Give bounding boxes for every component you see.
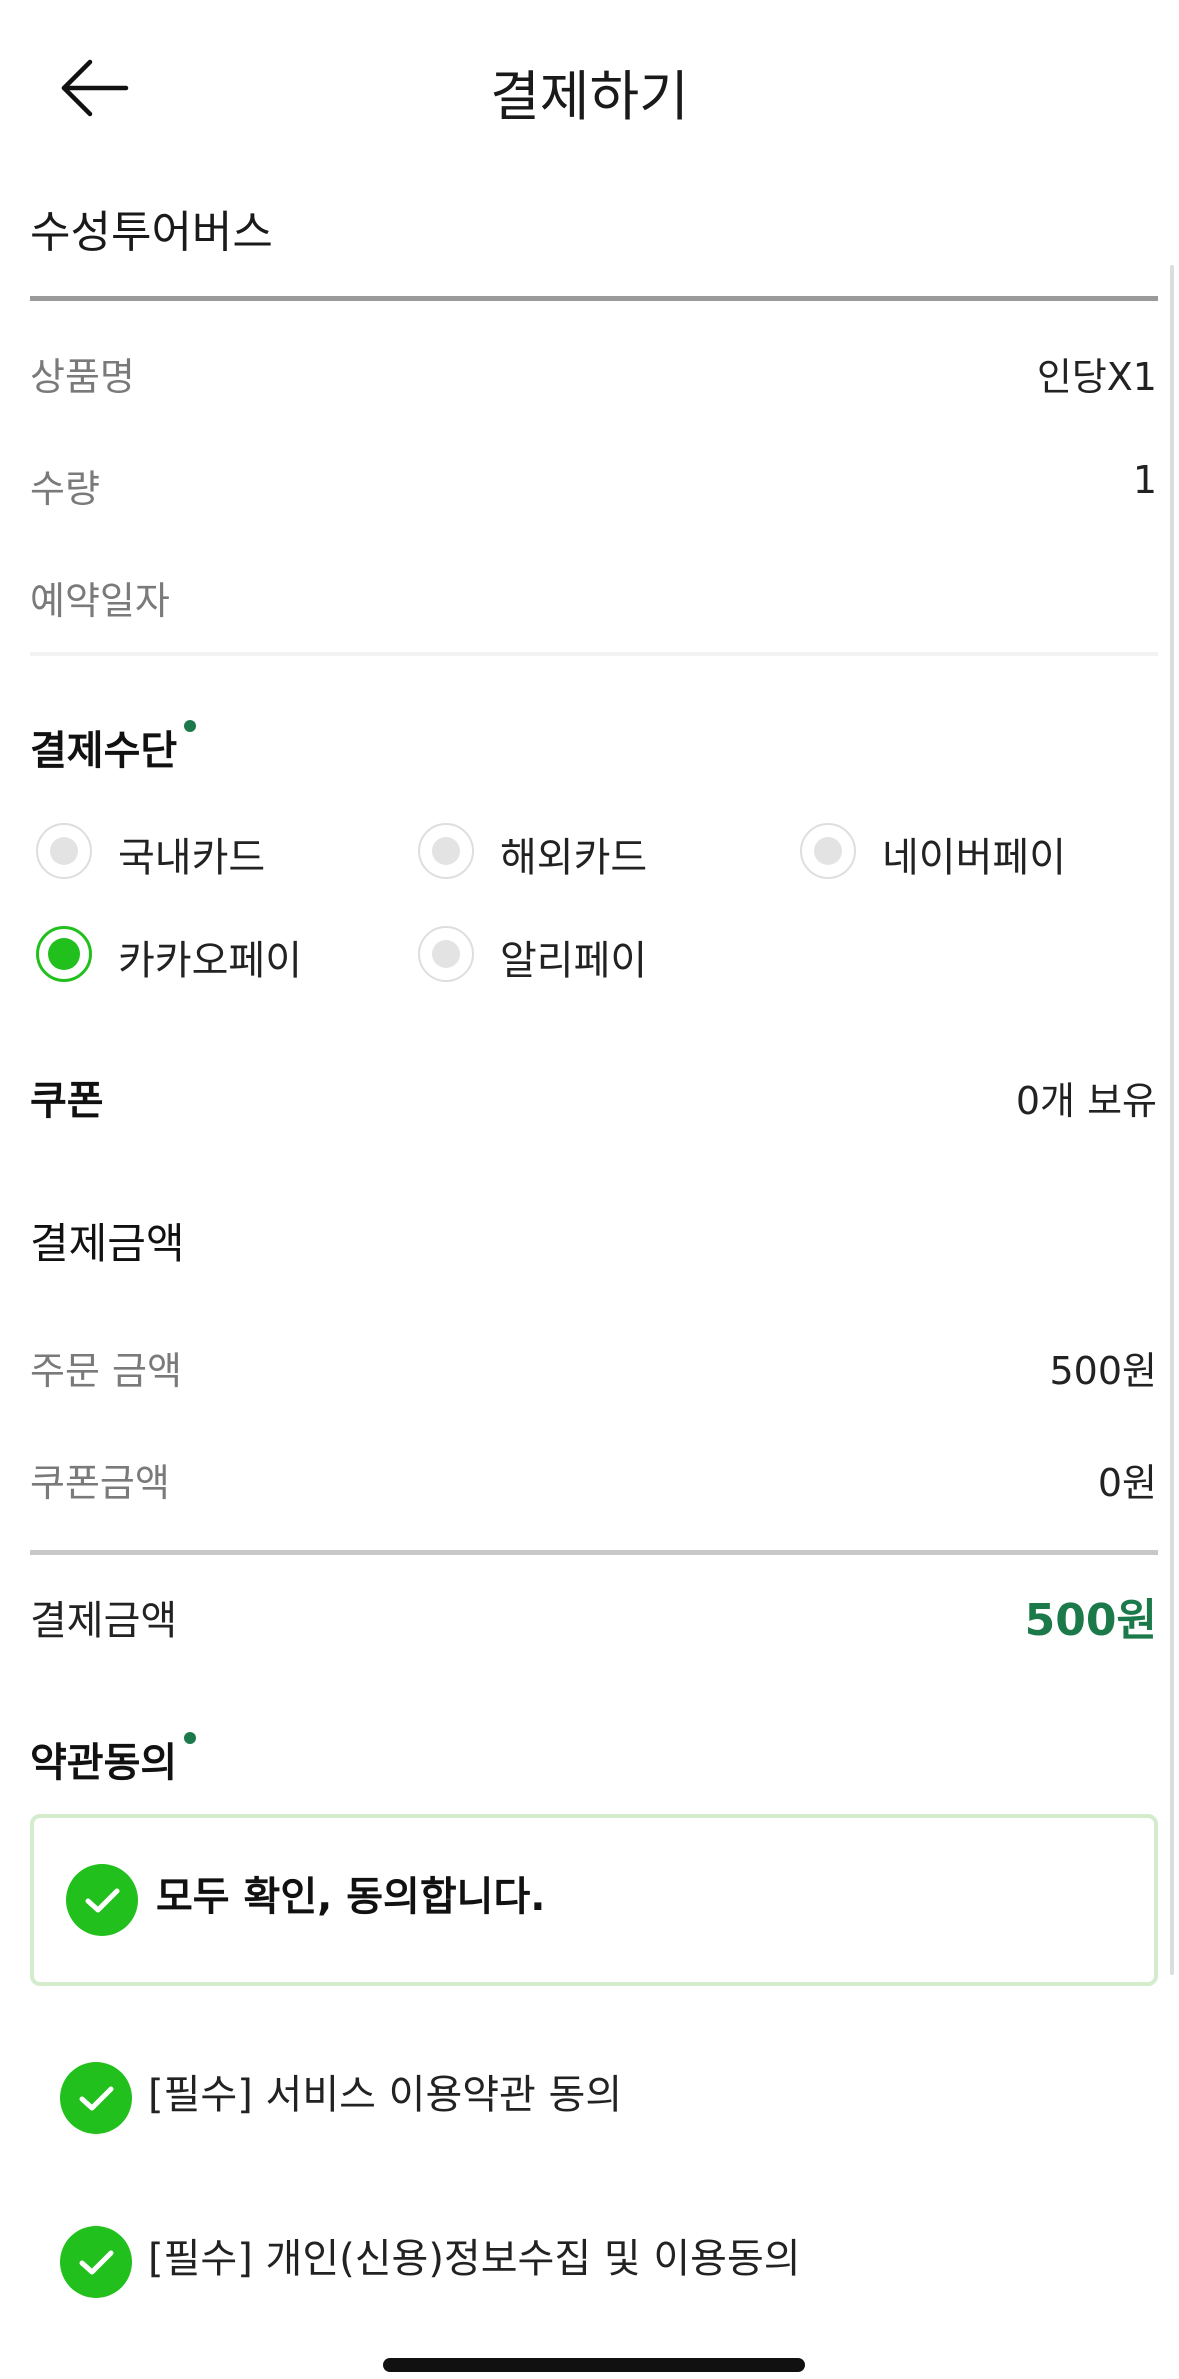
payment-option-overseas-card[interactable]: 해외카드 — [418, 823, 778, 883]
payment-option-label: 국내카드 — [118, 835, 266, 881]
quantity-label: 수량 — [30, 467, 100, 511]
payment-option-label: 네이버페이 — [882, 835, 1066, 881]
required-dot — [184, 720, 196, 732]
payment-option-alipay[interactable]: 알리페이 — [418, 926, 778, 986]
total-amount-label: 결제금액 — [30, 1598, 178, 1644]
divider — [30, 296, 1158, 301]
radio-button[interactable] — [418, 823, 474, 879]
quantity-value: 1 — [1132, 458, 1157, 502]
amount-title: 결제금액 — [30, 1219, 185, 1268]
terms-title: 약관동의 — [30, 1740, 178, 1786]
coupon-count: 0개 보유 — [1015, 1079, 1157, 1123]
page-title: 결제하기 — [490, 65, 689, 128]
radio-button-selected[interactable] — [36, 926, 92, 982]
radio-button[interactable] — [36, 823, 92, 879]
required-dot — [184, 1732, 196, 1744]
order-amount-value: 500원 — [1049, 1349, 1158, 1393]
coupon-title: 쿠폰 — [30, 1078, 104, 1124]
home-indicator[interactable] — [383, 2358, 805, 2372]
check-circle-icon[interactable] — [60, 2226, 132, 2298]
product-name-value: 인당X1 — [1036, 355, 1157, 399]
agree-all-label: 모두 확인, 동의합니다. — [156, 1874, 546, 1920]
coupon-amount-value: 0원 — [1097, 1461, 1157, 1505]
order-amount-label: 주문 금액 — [30, 1349, 182, 1393]
terms-item-label: [필수] 개인(신용)정보수집 및 이용동의 — [148, 2236, 801, 2282]
coupon-amount-label: 쿠폰금액 — [30, 1461, 170, 1505]
agree-all-box[interactable]: 모두 확인, 동의합니다. — [30, 1814, 1158, 1986]
coupon-row[interactable]: 쿠폰 0개 보유 — [0, 1060, 1179, 1130]
payment-option-label: 해외카드 — [500, 835, 648, 881]
payment-option-kakao-pay[interactable]: 카카오페이 — [36, 926, 396, 986]
total-amount-value: 500원 — [1024, 1595, 1157, 1646]
divider — [30, 652, 1158, 656]
terms-item[interactable]: [필수] 개인(신용)정보수집 및 이용동의 — [30, 2220, 1158, 2300]
payment-option-label: 카카오페이 — [118, 938, 302, 984]
payment-option-domestic-card[interactable]: 국내카드 — [36, 823, 396, 883]
reservation-date-label: 예약일자 — [30, 579, 170, 623]
payment-option-label: 알리페이 — [500, 938, 648, 984]
shop-name: 수성투어버스 — [30, 207, 273, 258]
divider — [30, 1550, 1158, 1555]
terms-item-label: [필수] 서비스 이용약관 동의 — [148, 2072, 623, 2118]
payment-option-naver-pay[interactable]: 네이버페이 — [800, 823, 1160, 883]
radio-button[interactable] — [800, 823, 856, 879]
scrollbar[interactable] — [1170, 265, 1174, 1975]
check-circle-icon[interactable] — [60, 2062, 132, 2134]
radio-button[interactable] — [418, 926, 474, 982]
check-circle-icon[interactable] — [66, 1864, 138, 1936]
terms-item[interactable]: [필수] 서비스 이용약관 동의 — [30, 2056, 1158, 2136]
product-name-label: 상품명 — [30, 355, 135, 399]
payment-method-title: 결제수단 — [30, 728, 178, 774]
